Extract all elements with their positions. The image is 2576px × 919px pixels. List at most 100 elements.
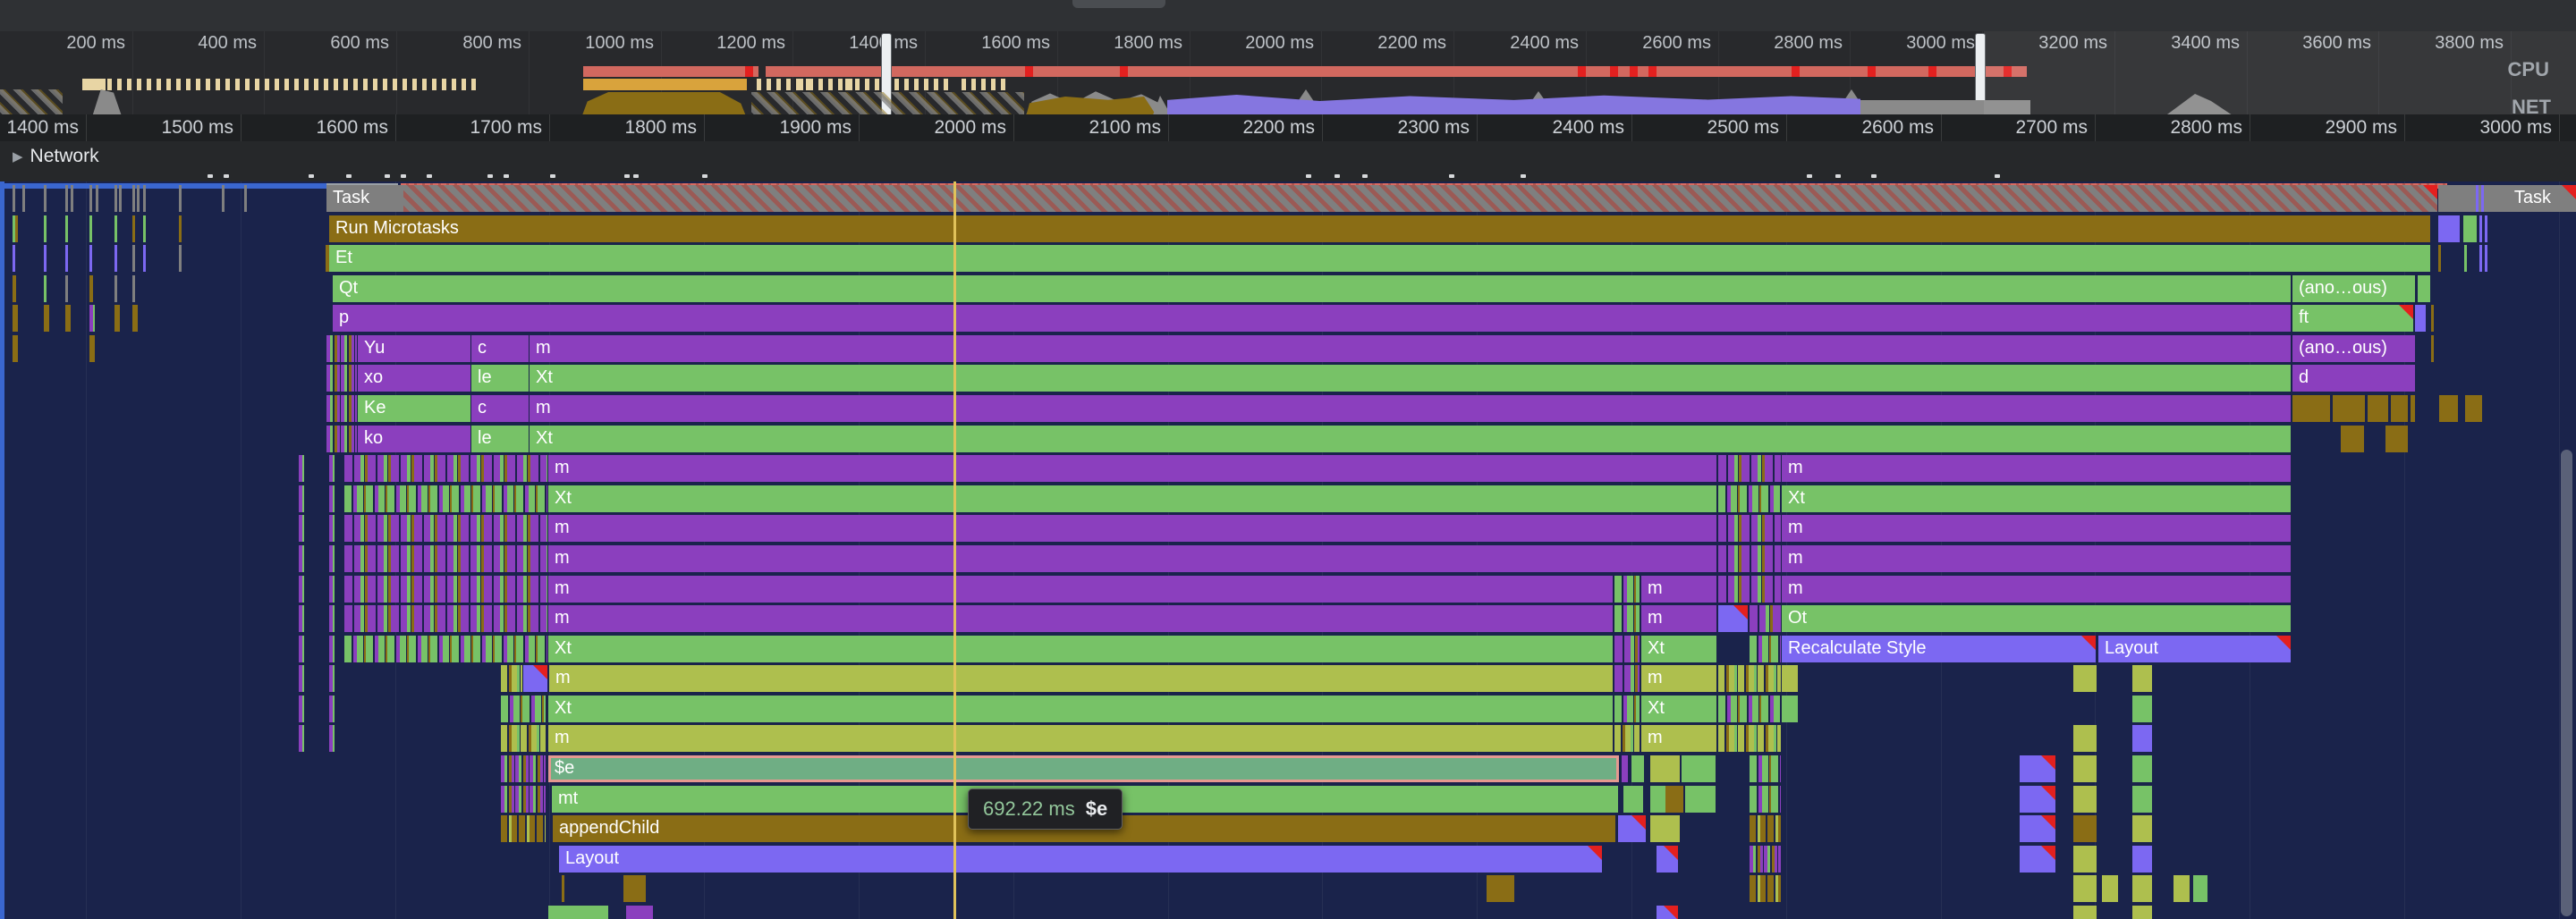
flame-segment[interactable] [501, 725, 546, 752]
flame-segment[interactable] [501, 755, 546, 782]
flame-segment[interactable] [1718, 515, 1781, 542]
flame-event-c[interactable]: c [471, 335, 529, 362]
flame-segment[interactable] [2485, 215, 2487, 242]
flame-sliver[interactable] [13, 275, 16, 302]
flame-segment[interactable] [1782, 665, 1798, 692]
flame-sliver[interactable] [299, 725, 304, 752]
flame-event-m[interactable]: m [1641, 725, 1716, 752]
flame-segment[interactable] [403, 185, 2437, 212]
flame-segment[interactable] [2333, 395, 2365, 422]
flame-segment[interactable] [2073, 786, 2097, 813]
flame-sliver[interactable] [143, 215, 146, 242]
flame-segment[interactable] [1718, 576, 1781, 603]
flame-segment[interactable] [2431, 335, 2434, 362]
flame-event-m[interactable]: m [1641, 576, 1716, 603]
flame-segment[interactable] [2132, 906, 2152, 919]
flame-segment[interactable] [2073, 725, 2097, 752]
flame-sliver[interactable] [222, 185, 225, 212]
flame-sliver[interactable] [89, 275, 93, 302]
flame-sliver[interactable] [13, 305, 18, 332]
flame-segment[interactable] [2073, 815, 2097, 842]
flame-segment[interactable] [501, 665, 522, 692]
flame-segment[interactable] [326, 365, 357, 392]
flame-segment[interactable] [2020, 846, 2055, 873]
flame-sliver[interactable] [96, 185, 98, 212]
flame-segment[interactable] [1650, 755, 1680, 782]
flame-segment[interactable] [2479, 245, 2482, 272]
flame-sliver[interactable] [65, 305, 71, 332]
flame-segment[interactable] [1718, 605, 1748, 632]
flame-segment[interactable] [1782, 696, 1798, 722]
flame-event-ft[interactable]: ft [2292, 305, 2413, 332]
flame-segment[interactable] [1618, 815, 1646, 842]
flame-segment[interactable] [1657, 846, 1678, 873]
flame-segment[interactable] [2465, 395, 2482, 422]
flame-segment[interactable] [2132, 665, 2152, 692]
flame-sliver[interactable] [44, 245, 47, 272]
network-request-blue[interactable] [0, 183, 326, 189]
flame-segment[interactable] [326, 426, 357, 452]
flame-event-m[interactable]: m [1782, 576, 2291, 603]
flame-segment[interactable] [344, 545, 547, 572]
flame-segment[interactable] [1631, 755, 1644, 782]
flame-segment[interactable] [562, 875, 564, 902]
flame-segment[interactable] [1614, 576, 1640, 603]
flame-sliver[interactable] [114, 245, 117, 272]
flame-event-m[interactable]: m [548, 725, 1613, 752]
flame-segment[interactable] [1685, 786, 1716, 813]
flame-sliver[interactable] [89, 305, 95, 332]
flame-segment[interactable] [2073, 665, 2097, 692]
flame-sliver[interactable] [179, 245, 182, 272]
flame-segment[interactable] [1718, 725, 1781, 752]
flame-event-le[interactable]: le [471, 426, 529, 452]
flame-segment[interactable] [2073, 875, 2097, 902]
flame-event-yu[interactable]: Yu [358, 335, 470, 362]
flame-segment[interactable] [2020, 755, 2055, 782]
flame-sliver[interactable] [114, 215, 117, 242]
flame-segment[interactable] [1718, 545, 1781, 572]
flame-segment[interactable] [2439, 395, 2458, 422]
flame-event-p[interactable]: p [333, 305, 2291, 332]
flame-sliver[interactable] [299, 576, 304, 603]
flame-segment[interactable] [2479, 215, 2482, 242]
flame-event-xt[interactable]: Xt [548, 636, 1613, 662]
flame-sliver[interactable] [132, 305, 138, 332]
flame-sliver[interactable] [329, 485, 335, 512]
flame-segment[interactable] [1650, 815, 1680, 842]
flame-sliver[interactable] [71, 185, 73, 212]
flame-sliver[interactable] [329, 455, 335, 482]
flame-event-xt[interactable]: Xt [530, 426, 2291, 452]
flame-event-m[interactable]: m [1782, 545, 2291, 572]
flame-sliver[interactable] [65, 185, 68, 212]
flame-event-m[interactable]: m [548, 576, 1613, 603]
flame-segment[interactable] [2132, 846, 2152, 873]
flame-segment[interactable] [2418, 275, 2430, 302]
flame-segment[interactable] [1487, 875, 1514, 902]
flame-segment[interactable] [344, 485, 547, 512]
flame-segment[interactable] [2438, 245, 2441, 272]
flame-segment[interactable] [501, 815, 546, 842]
flame-sliver[interactable] [44, 185, 47, 212]
flame-segment[interactable] [326, 335, 357, 362]
flame-sliver[interactable] [114, 185, 117, 212]
network-track-header[interactable]: ▶ Network [0, 141, 2576, 172]
flame-event-xt[interactable]: Xt [548, 485, 1716, 512]
flame-segment[interactable] [1622, 755, 1628, 782]
flame-sliver[interactable] [244, 185, 247, 212]
flame-segment[interactable] [2463, 215, 2477, 242]
flame-sliver[interactable] [299, 636, 304, 662]
flame-sliver[interactable] [299, 455, 304, 482]
flame-segment[interactable] [1718, 485, 1781, 512]
flame-event-e[interactable]: $e [548, 755, 1619, 782]
flame-sliver[interactable] [22, 185, 25, 212]
flame-event-run-microtasks[interactable]: Run Microtasks [329, 215, 2430, 242]
flame-sliver[interactable] [299, 485, 304, 512]
flame-event-m[interactable]: m [1782, 515, 2291, 542]
flame-sliver[interactable] [65, 245, 68, 272]
flame-segment[interactable] [2341, 426, 2364, 452]
flame-segment[interactable] [2292, 395, 2330, 422]
flame-sliver[interactable] [119, 185, 122, 212]
flame-event-c[interactable]: c [471, 395, 529, 422]
flame-segment[interactable] [2132, 786, 2152, 813]
flame-event-xt[interactable]: Xt [1782, 485, 2291, 512]
